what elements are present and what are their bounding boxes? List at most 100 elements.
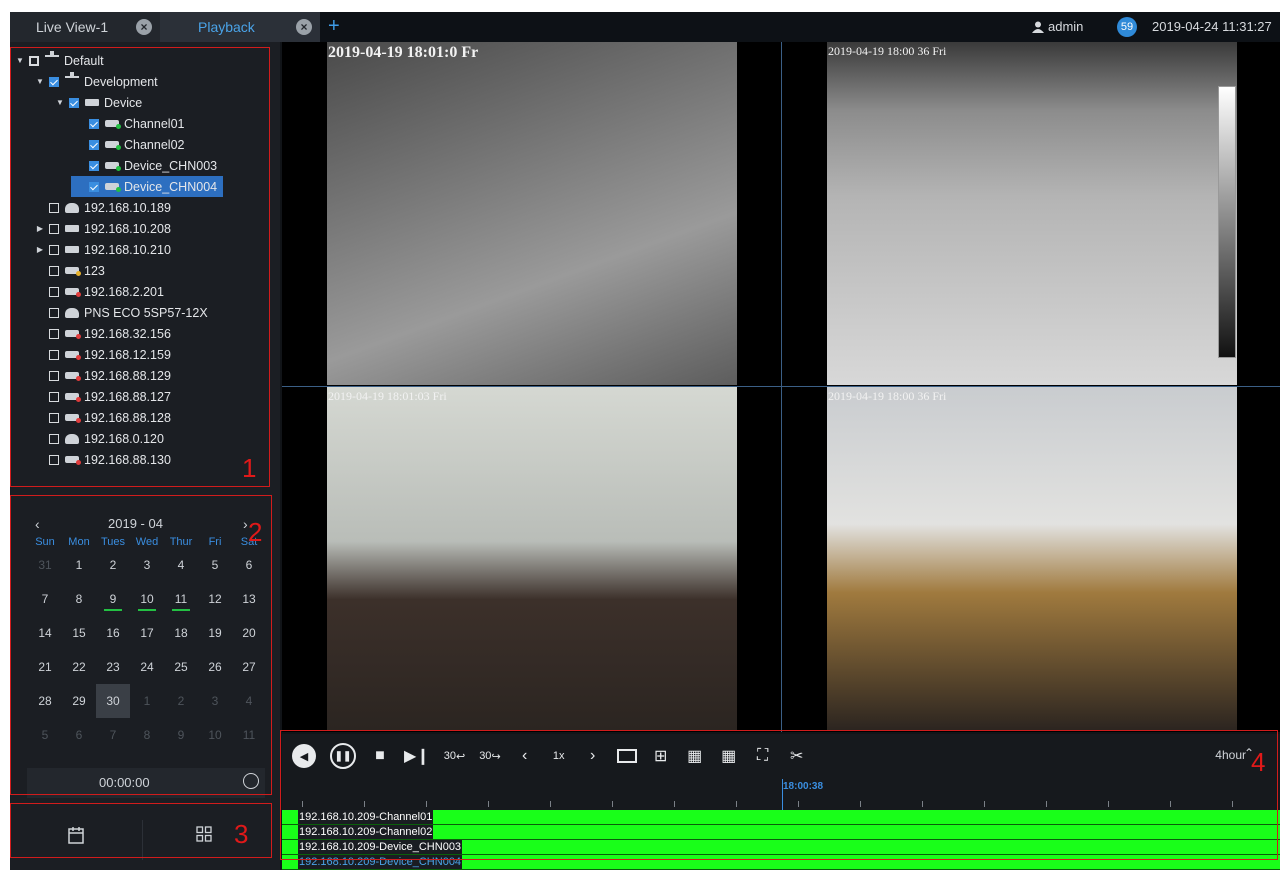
calendar-day[interactable]: 30 (96, 684, 130, 718)
reverse-play-icon[interactable]: ◀ (292, 744, 316, 768)
calendar-day[interactable]: 5 (198, 558, 232, 572)
calendar-day[interactable]: 7 (28, 592, 62, 606)
speed-up-icon[interactable]: › (583, 743, 603, 769)
checkbox[interactable] (49, 370, 59, 381)
calendar-day[interactable]: 27 (232, 660, 266, 674)
tree-node[interactable]: 192.168.12.159 (15, 344, 277, 365)
tree-node[interactable]: 192.168.88.127 (15, 386, 277, 407)
prev-month-button[interactable]: ‹ (35, 516, 40, 532)
calendar-day[interactable]: 31 (28, 558, 62, 572)
tree-node[interactable]: 192.168.88.128 (15, 407, 277, 428)
tree-node[interactable]: ▶ 192.168.10.208 (15, 218, 277, 239)
calendar-day[interactable]: 5 (28, 728, 62, 742)
tree-node[interactable]: ▼ Development (15, 71, 277, 92)
step-forward-icon[interactable]: ▶❙ (404, 743, 430, 769)
tree-node[interactable]: 192.168.0.120 (15, 428, 277, 449)
calendar-day[interactable]: 6 (62, 728, 96, 742)
calendar-day[interactable]: 29 (62, 694, 96, 708)
calendar-day[interactable]: 8 (62, 592, 96, 606)
notification-badge[interactable]: 59 (1117, 17, 1137, 37)
add-tab-icon[interactable]: + (328, 15, 340, 38)
checkbox[interactable] (49, 286, 59, 297)
record-track[interactable]: 192.168.10.209-Channel01 (282, 810, 1280, 825)
calendar-day[interactable]: 16 (96, 626, 130, 640)
tree-node[interactable]: ▼ Device (15, 92, 277, 113)
checkbox[interactable] (89, 139, 99, 150)
calendar-day[interactable]: 12 (198, 592, 232, 606)
record-track[interactable]: 192.168.10.209-Channel02 (282, 825, 1280, 840)
calendar-day[interactable]: 25 (164, 660, 198, 674)
time-picker[interactable]: 00:00:00 (27, 768, 265, 798)
layout-2x2-icon[interactable]: ⊞ (651, 743, 671, 769)
calendar-day[interactable]: 28 (28, 694, 62, 708)
tree-node[interactable]: 192.168.88.129 (15, 365, 277, 386)
video-pane-2[interactable]: 2019-04-19 18:00 36 Fri (782, 42, 1279, 385)
tree-node[interactable]: Channel01 (15, 113, 277, 134)
record-track[interactable]: 192.168.10.209-Device_CHN003 (282, 840, 1280, 855)
calendar-day[interactable]: 21 (28, 660, 62, 674)
checkbox[interactable] (49, 349, 59, 360)
video-pane-1[interactable]: 2019-04-19 18:01:0 Fr (282, 42, 779, 385)
calendar-day[interactable]: 10 (198, 728, 232, 742)
calendar-day[interactable]: 3 (130, 558, 164, 572)
layout-1x1-icon[interactable] (616, 749, 637, 763)
calendar-day[interactable]: 18 (164, 626, 198, 640)
expand-arrow-icon[interactable]: ▼ (15, 56, 25, 65)
expand-arrow-icon[interactable]: ▼ (55, 98, 65, 107)
calendar-day[interactable]: 11 (232, 728, 266, 742)
calendar-day[interactable]: 6 (232, 558, 266, 572)
tab-live-view[interactable]: Live View-1 × (10, 12, 160, 42)
calendar-day[interactable]: 23 (96, 660, 130, 674)
calendar-day[interactable]: 7 (96, 728, 130, 742)
timeline-scale[interactable]: 4hour (1215, 748, 1246, 762)
stop-icon[interactable]: ■ (370, 743, 390, 769)
slow-down-icon[interactable]: ‹ (515, 743, 535, 769)
calendar-day[interactable]: 1 (62, 558, 96, 572)
calendar-day[interactable]: 20 (232, 626, 266, 640)
tree-node[interactable]: ▶ 192.168.10.210 (15, 239, 277, 260)
calendar-day[interactable]: 1 (130, 694, 164, 708)
calendar-day[interactable]: 3 (198, 694, 232, 708)
calendar-day[interactable]: 24 (130, 660, 164, 674)
checkbox[interactable] (49, 202, 59, 213)
pause-icon[interactable]: ❚❚ (330, 743, 356, 769)
checkbox[interactable] (29, 55, 39, 66)
checkbox[interactable] (49, 454, 59, 465)
video-pane-3[interactable]: 2019-04-19 18:01:03 Fri (282, 387, 779, 730)
tree-node[interactable]: 123 (15, 260, 277, 281)
forward-30-button[interactable]: 30 ↪ (479, 743, 500, 769)
calendar-day[interactable]: 10 (130, 592, 164, 611)
calendar-day[interactable]: 13 (232, 592, 266, 606)
layout-3x3-icon[interactable]: ▦ (685, 743, 705, 769)
calendar-day[interactable]: 9 (96, 592, 130, 611)
calendar-day[interactable]: 2 (96, 558, 130, 572)
tree-node[interactable]: 192.168.2.201 (15, 281, 277, 302)
user-menu[interactable]: admin (1032, 19, 1083, 34)
checkbox[interactable] (49, 223, 59, 234)
checkbox[interactable] (49, 391, 59, 402)
checkbox[interactable] (49, 328, 59, 339)
calendar-day[interactable]: 8 (130, 728, 164, 742)
checkbox[interactable] (49, 433, 59, 444)
calendar-icon[interactable] (68, 826, 84, 844)
tree-node[interactable]: PNS ECO 5SP57-12X (15, 302, 277, 323)
tab-playback[interactable]: Playback × (160, 12, 320, 42)
calendar-day[interactable]: 11 (164, 592, 198, 611)
tree-node[interactable]: 192.168.88.130 (15, 449, 277, 470)
expand-arrow-icon[interactable]: ▼ (35, 77, 45, 86)
tree-node[interactable]: ▼ Default (15, 50, 277, 71)
tree-node[interactable]: Channel02 (15, 134, 277, 155)
checkbox[interactable] (69, 97, 79, 108)
checkbox[interactable] (49, 412, 59, 423)
collapse-arrow-icon[interactable]: ▶ (35, 245, 45, 254)
calendar-day[interactable]: 26 (198, 660, 232, 674)
calendar-day[interactable]: 14 (28, 626, 62, 640)
close-icon[interactable]: × (136, 19, 152, 35)
collapse-arrow-icon[interactable]: ▶ (35, 224, 45, 233)
next-month-button[interactable]: › (243, 516, 248, 532)
calendar-day[interactable]: 4 (232, 694, 266, 708)
tree-node[interactable]: Device_CHN004 (71, 176, 224, 197)
record-track[interactable]: 192.168.10.209-Device_CHN004 (282, 855, 1280, 870)
checkbox[interactable] (89, 160, 99, 171)
tree-node[interactable]: Device_CHN003 (15, 155, 277, 176)
